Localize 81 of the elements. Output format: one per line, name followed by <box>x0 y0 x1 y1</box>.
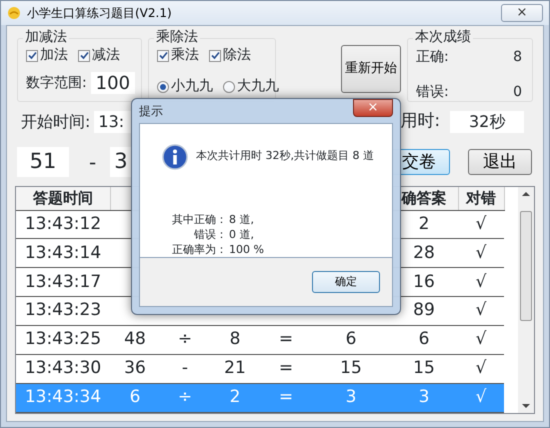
info-icon <box>162 144 188 170</box>
radio-button[interactable] <box>223 80 235 92</box>
table-cell: √ <box>476 329 486 350</box>
table-cell: 28 <box>413 242 435 263</box>
table-cell: √ <box>476 214 486 234</box>
score-label: 正确: <box>416 48 449 67</box>
checkbox-label[interactable]: 加法 <box>40 45 68 66</box>
table-cell: 13:43:12 <box>24 214 102 234</box>
table-cell: √ <box>476 387 486 408</box>
operator-text: - <box>89 149 96 176</box>
app-icon <box>7 6 21 20</box>
dialog-message: 本次共计用时 32秒,共计做题目 8 道 <box>196 148 374 164</box>
table-cell: √ <box>476 272 486 292</box>
range-label: 数字范围: <box>26 74 87 92</box>
scroll-up-icon[interactable] <box>522 191 530 197</box>
table-cell: 21 <box>224 358 246 378</box>
checkbox-label[interactable]: 减法 <box>92 45 120 66</box>
table-cell: ÷ <box>178 329 192 350</box>
table-cell: 13:43:14 <box>24 242 102 263</box>
result-value: 8 道, <box>229 212 255 227</box>
table-cell: 15 <box>413 358 435 378</box>
result-label: 正确率为： <box>172 242 227 257</box>
table-cell: 3 <box>418 387 430 408</box>
table-cell: 15 <box>340 358 362 378</box>
result-label: 其中正确： <box>172 212 227 227</box>
checkbox[interactable] <box>26 50 38 62</box>
dialog-title: 提示 <box>139 102 163 120</box>
table-cell: 13:43:23 <box>24 300 102 320</box>
elapsed-field: 32秒 <box>450 111 524 133</box>
table-cell: 13:43:30 <box>24 358 102 378</box>
table-cell: 6 <box>418 329 430 350</box>
operand-field: 51 <box>17 147 69 177</box>
checkbox-label[interactable]: 乘法 <box>171 45 199 66</box>
checkbox[interactable] <box>78 50 90 62</box>
score-label: 错误: <box>416 83 449 102</box>
group-title: 本次成绩 <box>413 29 473 45</box>
table-cell: √ <box>476 242 486 263</box>
checkbox-label[interactable]: 除法 <box>223 45 251 66</box>
result-value: 0 道, <box>229 226 255 242</box>
table-cell: √ <box>476 300 486 320</box>
range-field[interactable]: 100 <box>90 72 135 94</box>
table-cell: 2 <box>418 214 430 234</box>
result-label: 错误： <box>193 226 227 242</box>
group-title: 加减法 <box>23 29 69 45</box>
table-cell: 13:43:17 <box>24 272 102 292</box>
table-cell: 48 <box>124 329 146 350</box>
elapsed-label: 用时: <box>400 110 440 134</box>
table-cell: √ <box>476 358 486 378</box>
radio-label[interactable]: 大九九 <box>237 76 279 97</box>
close-button[interactable]: × <box>501 4 543 22</box>
table-cell: 3 <box>346 387 356 408</box>
exit-button[interactable]: 退出 <box>468 149 532 175</box>
table-cell: 8 <box>230 329 240 350</box>
group-title: 乘除法 <box>154 29 200 45</box>
table-cell: ÷ <box>178 387 192 408</box>
table-cell: = <box>278 387 294 408</box>
table-row[interactable]: 13:43:25 48 ÷ 8 = 6 6 √ <box>16 326 504 355</box>
table-cell: 2 <box>230 387 240 408</box>
scroll-down-icon[interactable] <box>522 403 530 409</box>
table-cell: 6 <box>346 329 356 350</box>
restart-button[interactable]: 重新开始 <box>341 45 401 93</box>
ok-button[interactable]: 确定 <box>312 270 380 293</box>
table-cell: 36 <box>124 358 146 378</box>
table-cell: - <box>182 358 188 378</box>
radio-label[interactable]: 小九九 <box>171 76 213 97</box>
table-cell: = <box>278 329 294 350</box>
table-cell: 6 <box>130 387 140 408</box>
score-value: 0 <box>513 83 522 102</box>
table-cell: 16 <box>413 272 435 292</box>
table-cell: = <box>278 358 294 378</box>
window-title: 小学生口算练习题目(V2.1) <box>27 5 172 22</box>
checkbox[interactable] <box>209 50 221 62</box>
table-cell: 89 <box>413 300 435 320</box>
checkbox[interactable] <box>157 50 169 62</box>
start-time-label: 开始时间: <box>21 111 90 133</box>
score-value: 8 <box>513 48 522 67</box>
table-cell: 13:43:25 <box>24 329 102 350</box>
table-cell: 13:43:34 <box>24 387 102 408</box>
radio-button[interactable] <box>157 80 169 92</box>
scrollbar[interactable] <box>518 187 534 413</box>
result-value: 100 % <box>229 242 264 257</box>
